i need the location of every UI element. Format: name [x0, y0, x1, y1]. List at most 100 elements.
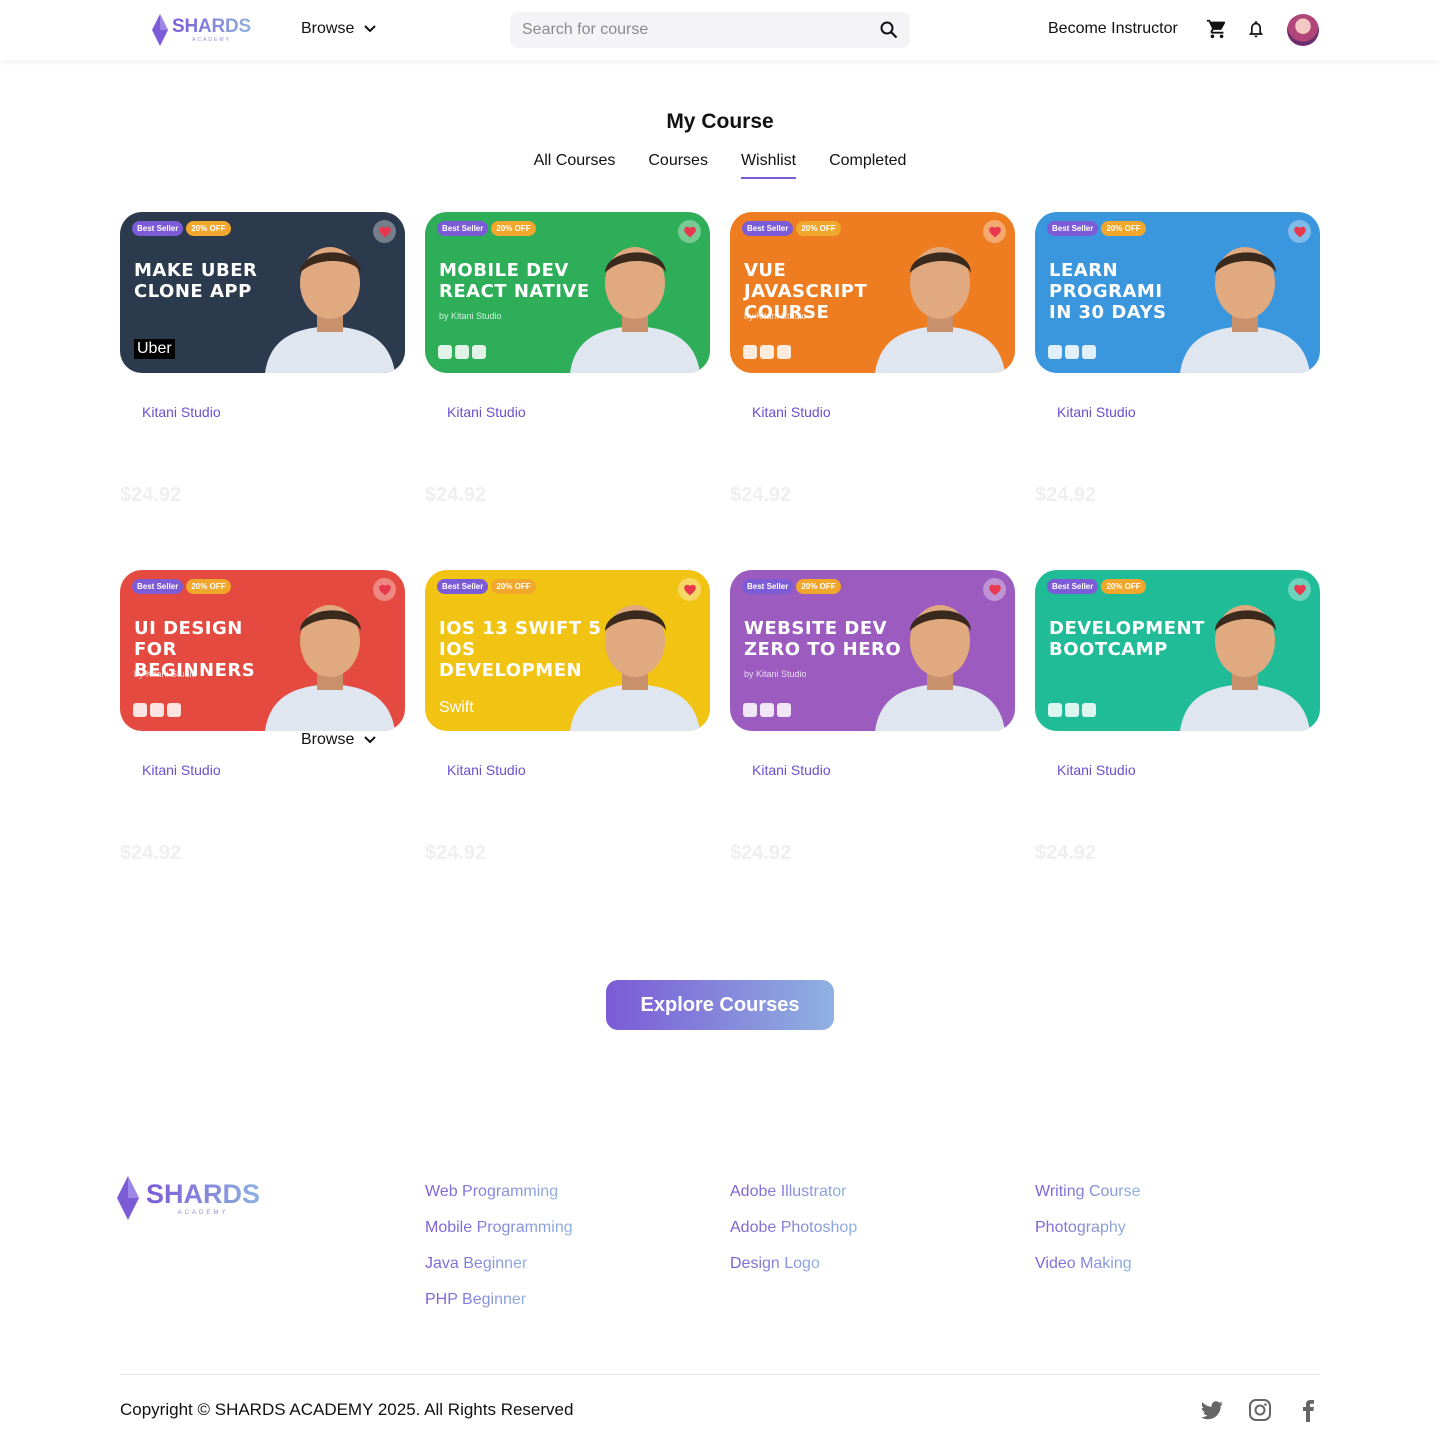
tool-icon — [1082, 345, 1096, 359]
best-seller-badge: Best Seller — [132, 579, 184, 594]
browse-dropdown-overlay[interactable]: Browse — [301, 731, 377, 749]
footer-link-adobe-illustrator[interactable]: Adobe Illustrator — [730, 1183, 847, 1201]
footer-links-other: Writing Course Photography Video Making — [1035, 1183, 1141, 1291]
footer-link-writing-course[interactable]: Writing Course — [1035, 1183, 1141, 1201]
tool-icon — [133, 703, 147, 717]
discount-badge: 20% OFF — [186, 579, 231, 594]
course-author[interactable]: Kitani Studio — [120, 404, 405, 420]
course-thumbnail[interactable]: Best Seller 20% OFF VUE JAVASCRIPT COURS… — [730, 212, 1015, 373]
current-price: $24.92 — [730, 842, 792, 864]
shard-logo-icon — [117, 1176, 139, 1220]
search-icon[interactable] — [880, 21, 898, 39]
course-card[interactable]: Best Seller 20% OFF LEARN PROGRAMI IN 30… — [1035, 212, 1320, 507]
course-thumbnail[interactable]: Best Seller 20% OFF UI DESIGN FOR BEGINN… — [120, 570, 405, 731]
badge-group: Best Seller 20% OFF — [1047, 221, 1146, 236]
logo-text: SHARDS — [172, 16, 252, 37]
course-brand: Swift — [439, 699, 474, 716]
search-input[interactable] — [522, 21, 880, 39]
course-description — [425, 426, 710, 480]
current-price: $24.92 — [425, 484, 487, 506]
discount-badge: 20% OFF — [1101, 579, 1146, 594]
footer-links-design: Adobe Illustrator Adobe Photoshop Design… — [730, 1183, 857, 1291]
footer-logo[interactable]: SHARDS ACADEMY — [116, 1176, 260, 1220]
bell-icon[interactable] — [1246, 18, 1266, 40]
explore-courses-button[interactable]: Explore Courses — [606, 980, 834, 1030]
current-price: $24.92 — [425, 842, 487, 864]
course-price: $24.92 — [425, 484, 710, 507]
badge-group: Best Seller 20% OFF — [132, 221, 231, 236]
tool-icon — [743, 703, 757, 717]
tool-icon — [150, 703, 164, 717]
tool-icon — [1082, 703, 1096, 717]
twitter-icon[interactable] — [1200, 1398, 1224, 1422]
tab-completed[interactable]: Completed — [829, 152, 906, 179]
discount-badge: 20% OFF — [796, 579, 841, 594]
browse-dropdown[interactable]: Browse — [301, 20, 377, 38]
course-tabs: All Courses Courses Wishlist Completed — [0, 152, 1440, 179]
footer-link-java-beginner[interactable]: Java Beginner — [425, 1255, 527, 1273]
badge-group: Best Seller 20% OFF — [742, 221, 841, 236]
avatar[interactable] — [1287, 14, 1319, 46]
current-price: $24.92 — [1035, 484, 1097, 506]
course-card[interactable]: Best Seller 20% OFF WEBSITE DEV ZERO TO … — [730, 570, 1015, 865]
footer-logo-subtext: ACADEMY — [177, 1209, 229, 1216]
instagram-icon[interactable] — [1248, 1398, 1272, 1422]
tool-icon — [777, 345, 791, 359]
chevron-down-icon — [364, 25, 377, 33]
course-card[interactable]: Best Seller 20% OFF IOS 13 SWIFT 5 IOS D… — [425, 570, 710, 865]
footer-link-video-making[interactable]: Video Making — [1035, 1255, 1132, 1273]
tool-icons — [133, 703, 181, 717]
become-instructor-link[interactable]: Become Instructor — [1048, 20, 1178, 38]
tool-icon — [1065, 703, 1079, 717]
best-seller-badge: Best Seller — [437, 579, 489, 594]
course-price: $24.92 — [1035, 484, 1320, 507]
course-author[interactable]: Kitani Studio — [1035, 404, 1320, 420]
tool-icon — [777, 703, 791, 717]
course-thumbnail[interactable]: Best Seller 20% OFF IOS 13 SWIFT 5 IOS D… — [425, 570, 710, 731]
course-description — [120, 784, 405, 838]
footer-link-photography[interactable]: Photography — [1035, 1219, 1126, 1237]
course-description — [120, 426, 405, 480]
course-author[interactable]: Kitani Studio — [120, 762, 405, 778]
course-author[interactable]: Kitani Studio — [425, 404, 710, 420]
footer-link-design-logo[interactable]: Design Logo — [730, 1255, 820, 1273]
course-thumbnail[interactable]: Best Seller 20% OFF MAKE UBER CLONE APP … — [120, 212, 405, 373]
course-thumbnail[interactable]: Best Seller 20% OFF LEARN PROGRAMI IN 30… — [1035, 212, 1320, 373]
course-price: $24.92 — [120, 484, 405, 507]
logo[interactable]: SHARDS ACADEMY — [152, 14, 251, 46]
instructor-photo — [1180, 605, 1310, 731]
course-thumbnail[interactable]: Best Seller 20% OFF WEBSITE DEV ZERO TO … — [730, 570, 1015, 731]
course-card[interactable]: Best Seller 20% OFF DEVELOPMENT BOOTCAMP… — [1035, 570, 1320, 865]
browse-overlay-label: Browse — [301, 731, 355, 748]
top-navbar: SHARDS ACADEMY Browse Become Instructor — [0, 0, 1440, 60]
course-description — [730, 784, 1015, 838]
tool-icon — [760, 345, 774, 359]
logo-subtext: ACADEMY — [192, 37, 231, 43]
course-card[interactable]: Best Seller 20% OFF UI DESIGN FOR BEGINN… — [120, 570, 405, 865]
best-seller-badge: Best Seller — [742, 221, 794, 236]
course-banner-byline: by Kitani Studio — [744, 311, 807, 321]
discount-badge: 20% OFF — [186, 221, 231, 236]
cart-icon[interactable] — [1206, 18, 1228, 40]
course-card[interactable]: Best Seller 20% OFF VUE JAVASCRIPT COURS… — [730, 212, 1015, 507]
course-thumbnail[interactable]: Best Seller 20% OFF MOBILE DEV REACT NAT… — [425, 212, 710, 373]
tab-wishlist[interactable]: Wishlist — [740, 152, 797, 179]
course-author[interactable]: Kitani Studio — [1035, 762, 1320, 778]
course-card[interactable]: Best Seller 20% OFF MAKE UBER CLONE APP … — [120, 212, 405, 507]
instructor-photo — [265, 247, 395, 373]
footer-link-web-programming[interactable]: Web Programming — [425, 1183, 558, 1201]
facebook-icon[interactable] — [1296, 1398, 1320, 1424]
course-card[interactable]: Best Seller 20% OFF MOBILE DEV REACT NAT… — [425, 212, 710, 507]
instructor-photo — [875, 605, 1005, 731]
course-author[interactable]: Kitani Studio — [730, 762, 1015, 778]
course-author[interactable]: Kitani Studio — [730, 404, 1015, 420]
tab-all-courses[interactable]: All Courses — [534, 152, 616, 179]
course-brand: Uber — [134, 339, 175, 359]
footer-link-adobe-photoshop[interactable]: Adobe Photoshop — [730, 1219, 857, 1237]
course-author[interactable]: Kitani Studio — [425, 762, 710, 778]
course-price: $24.92 — [730, 484, 1015, 507]
course-thumbnail[interactable]: Best Seller 20% OFF DEVELOPMENT BOOTCAMP — [1035, 570, 1320, 731]
tab-courses[interactable]: Courses — [648, 152, 708, 179]
footer-link-php-beginner[interactable]: PHP Beginner — [425, 1291, 526, 1309]
footer-link-mobile-programming[interactable]: Mobile Programming — [425, 1219, 573, 1237]
